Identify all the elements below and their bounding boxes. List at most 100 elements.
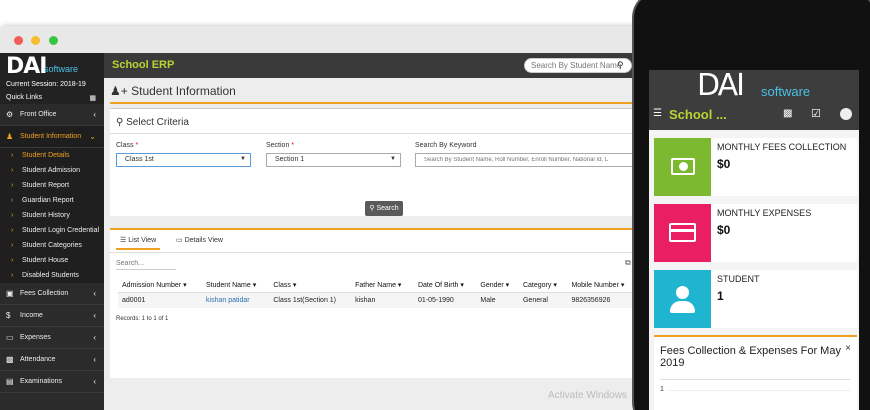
menu-examinations[interactable]: ▤ Examinations ‹	[0, 371, 104, 393]
menu-expenses[interactable]: ▭ Expenses ‹	[0, 327, 104, 349]
col-student-name[interactable]: Student Name ▾	[202, 278, 270, 293]
phone-header: DAI software ☰ School ... ▩ ☑	[649, 70, 859, 130]
student-name-link[interactable]: kishan patidar	[202, 292, 270, 308]
page-title-text: Student Information	[131, 84, 236, 98]
menu-income[interactable]: $ Income ‹	[0, 305, 104, 327]
card-student[interactable]: STUDENT 1	[654, 270, 857, 328]
browser-window: DAI software School ERP ⚲ Current Sessio…	[0, 26, 660, 410]
cell-class: Class 1st(Section 1)	[269, 292, 352, 308]
chevron-left-icon: ‹	[93, 333, 96, 342]
users-icon: ♟	[6, 132, 14, 141]
records-count: Records: 1 to 1 of 1	[116, 316, 169, 322]
search-icon[interactable]: ⚲	[617, 60, 624, 71]
col-father-name[interactable]: Father Name ▾	[351, 278, 414, 293]
criteria-panel: ⚲ Select Criteria Class * Class 1st ▼ Sec…	[110, 108, 650, 216]
column-label: Class	[273, 282, 291, 289]
search-icon: ⚲	[116, 117, 127, 128]
section-label: Section *	[266, 142, 294, 149]
sidebar-item-disabled-students[interactable]: Disabled Students	[0, 268, 104, 283]
menu-label: Fees Collection	[20, 290, 69, 297]
cell-mobile-number: 9826356926	[567, 292, 638, 308]
gridline	[668, 390, 850, 391]
col-gender[interactable]: Gender ▾	[476, 278, 519, 293]
activate-windows-watermark: Activate Windows	[548, 390, 627, 401]
class-select[interactable]: Class 1st ▼	[116, 153, 251, 167]
book-icon: ▤	[6, 377, 14, 386]
card-label: MONTHLY FEES COLLECTION	[717, 142, 847, 152]
sidebar-item-student-admission[interactable]: Student Admission	[0, 163, 104, 178]
card-icon: ▭	[6, 333, 14, 342]
menu-fees-collection[interactable]: ▣ Fees Collection ‹	[0, 283, 104, 305]
chart-title: Fees Collection & Expenses For May 2019	[660, 345, 841, 369]
menu-front-office[interactable]: ⚙ Front Office ‹	[0, 104, 104, 126]
menu-label: Student Information	[20, 133, 82, 140]
divider	[660, 379, 850, 380]
column-label: Admission Number	[122, 282, 182, 289]
cell-category: General	[518, 292, 568, 308]
main-content: ♟+ Student Information ⚲ Select Criteria…	[104, 78, 660, 410]
menu-label: Expenses	[20, 334, 51, 341]
sidebar-item-student-history[interactable]: Student History	[0, 208, 104, 223]
avatar[interactable]	[840, 108, 852, 120]
caret-down-icon: ▼	[240, 156, 246, 162]
required-mark: *	[291, 142, 295, 149]
col-mobile-number[interactable]: Mobile Number ▾	[567, 278, 638, 293]
table-search-input[interactable]	[116, 258, 176, 270]
search-button[interactable]: ⚲ Search	[365, 201, 403, 216]
user-icon	[654, 270, 711, 328]
cell-date-of-birth: 01-05-1990	[413, 292, 477, 308]
check-square-icon[interactable]: ☑	[811, 107, 821, 120]
quick-links[interactable]: Quick Links ▦	[0, 91, 104, 104]
grid-icon[interactable]: ▦	[89, 94, 96, 102]
close-icon[interactable]: ×	[845, 343, 851, 354]
card-monthly-fees[interactable]: MONTHLY FEES COLLECTION $0	[654, 138, 857, 196]
close-dot[interactable]	[14, 36, 23, 45]
phone-logo-subtext: software	[761, 84, 811, 99]
maximize-dot[interactable]	[49, 36, 58, 45]
logo-text: DAI	[6, 54, 47, 79]
calendar-icon[interactable]: ▩	[783, 108, 792, 119]
sidebar-item-guardian-report[interactable]: Guardian Report	[0, 193, 104, 208]
card-monthly-expenses[interactable]: MONTHLY EXPENSES $0	[654, 204, 857, 262]
logo: DAI software	[0, 53, 104, 79]
keyword-input[interactable]	[415, 153, 643, 167]
session-label: Current Session: 2018-19	[0, 78, 104, 91]
class-select-value: Class 1st	[125, 156, 154, 163]
col-class[interactable]: Class ▾	[269, 278, 352, 293]
required-mark: *	[135, 142, 139, 149]
tab-details-view[interactable]: ▭ Details View	[176, 236, 223, 250]
list-icon: ☰	[120, 237, 129, 244]
menu-attendance[interactable]: ▩ Attendance ‹	[0, 349, 104, 371]
copy-icon[interactable]: ⧉	[625, 258, 631, 268]
cell-father-name: kishan	[351, 292, 414, 308]
sidebar-item-student-details[interactable]: Student Details	[0, 148, 104, 163]
card-value: 1	[717, 289, 724, 303]
sidebar-item-login-credential[interactable]: Student Login Credential	[0, 223, 104, 238]
app-title: School ERP	[112, 59, 175, 71]
column-label: Father Name	[355, 282, 396, 289]
hamburger-icon[interactable]: ☰	[653, 108, 662, 119]
menu-student-information[interactable]: ♟ Student Information ⌄	[0, 126, 104, 148]
col-category[interactable]: Category ▾	[518, 278, 568, 293]
sidebar-item-student-report[interactable]: Student Report	[0, 178, 104, 193]
keyword-label: Search By Keyword	[415, 142, 477, 149]
page-title: ♟+ Student Information	[110, 78, 650, 104]
class-label: Class *	[116, 142, 138, 149]
money-icon: ▣	[6, 289, 14, 298]
section-select[interactable]: Section 1 ▼	[266, 153, 401, 167]
sidebar: Current Session: 2018-19 Quick Links ▦ ⚙ F…	[0, 78, 104, 410]
sidebar-item-student-categories[interactable]: Student Categories	[0, 238, 104, 253]
home-icon: ⚙	[6, 110, 14, 119]
criteria-title: ⚲ Select Criteria	[116, 117, 189, 128]
card-icon: ▭	[176, 237, 185, 244]
student-search-input[interactable]	[524, 58, 632, 73]
card-label: STUDENT	[717, 274, 760, 284]
minimize-dot[interactable]	[31, 36, 40, 45]
chevron-left-icon: ‹	[93, 311, 96, 320]
dollar-icon: $	[6, 311, 11, 320]
tab-list-view[interactable]: ☰ List View	[116, 236, 161, 250]
column-label: Mobile Number	[571, 282, 619, 289]
col-date-of-birth[interactable]: Date Of Birth ▾	[413, 278, 477, 293]
col-admission-number[interactable]: Admission Number ▾	[118, 278, 203, 293]
sidebar-item-student-house[interactable]: Student House	[0, 253, 104, 268]
